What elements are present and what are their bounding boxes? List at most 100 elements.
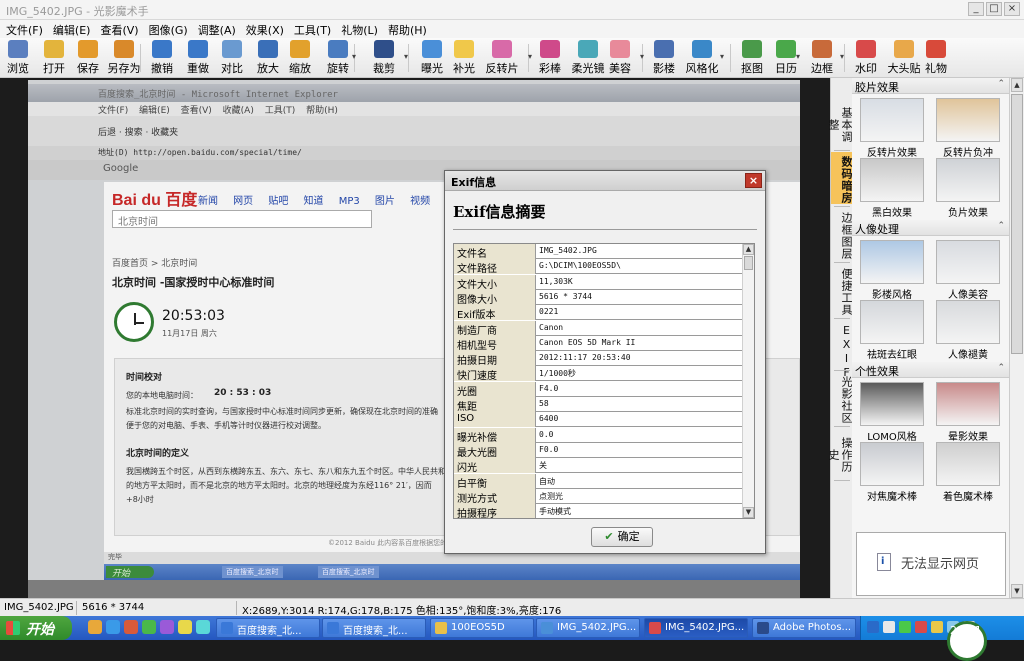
menu-file[interactable]: 文件(F) [2, 20, 49, 38]
menu-gifts[interactable]: 礼物(L) [337, 20, 384, 38]
maximize-button[interactable]: □ [986, 2, 1002, 16]
tool-label: 曝光 [421, 62, 443, 75]
dropdown-arrow-icon[interactable]: ▾ [404, 52, 408, 61]
dropdown-arrow-icon[interactable]: ▾ [352, 52, 356, 61]
effects-section-header[interactable]: 个性效果 ⌃ [852, 362, 1009, 378]
effect-label: 晕影效果 [948, 432, 988, 443]
tool-studio-button[interactable]: 影楼 [648, 40, 680, 76]
start-button[interactable]: 开始 [0, 616, 72, 640]
tool-color-wand-button[interactable]: 彩棒 [534, 40, 566, 76]
dropdown-arrow-icon[interactable]: ▾ [640, 52, 644, 61]
effect-thumbnail[interactable]: 人像褪黄 [936, 300, 1000, 361]
dropdown-arrow-icon[interactable]: ▾ [528, 52, 532, 61]
exif-table-scrollbar[interactable]: ▲ ▼ [742, 244, 754, 518]
menu-adjust[interactable]: 调整(A) [194, 20, 242, 38]
exif-table[interactable]: 文件名 IMG_5402.JPG 文件路径 G:\DCIM\100EOS5D\ 文件大小… [453, 243, 755, 519]
scroll-thumb[interactable] [1011, 94, 1023, 354]
tool-undo-button[interactable]: 撤销 [146, 40, 178, 76]
scroll-down-icon[interactable]: ▼ [743, 507, 754, 518]
tool-gift-button[interactable]: 礼物 [920, 40, 952, 76]
quicklaunch-app-icon[interactable] [178, 620, 192, 634]
close-button[interactable]: × [1004, 2, 1020, 16]
tool-save-as-button[interactable]: 另存为 [104, 40, 144, 76]
quicklaunch-app-icon[interactable] [142, 620, 156, 634]
tray-app-icon[interactable] [867, 621, 879, 633]
menu-effects[interactable]: 效果(X) [242, 20, 290, 38]
tray-ime-icon[interactable] [915, 621, 927, 633]
quicklaunch-media-icon[interactable] [124, 620, 138, 634]
effect-thumbnail[interactable]: 人像美容 [936, 240, 1000, 301]
collapse-icon[interactable]: ⌃ [997, 363, 1005, 373]
scroll-down-icon[interactable]: ▼ [1011, 584, 1023, 598]
tool-compare-button[interactable]: 对比 [216, 40, 248, 76]
tool-frame-button[interactable]: 边框 [806, 40, 838, 76]
tray-volume-icon[interactable] [931, 621, 943, 633]
tool-resize-button[interactable]: 缩放 [284, 40, 316, 76]
effect-thumbnail[interactable]: 着色魔术棒 [936, 442, 1000, 503]
effect-thumbnail[interactable]: 晕影效果 [936, 382, 1000, 443]
quicklaunch-app-icon[interactable] [160, 620, 174, 634]
tray-network-icon[interactable] [883, 621, 895, 633]
effect-thumbnail[interactable]: 影楼风格 [860, 240, 924, 301]
side-tab[interactable]: 基本调整 [827, 98, 853, 148]
side-tab[interactable]: 数码暗房 [831, 152, 853, 204]
tool-beauty-button[interactable]: 美容 [604, 40, 636, 76]
menu-view[interactable]: 查看(V) [96, 20, 144, 38]
side-tab[interactable]: 操作历史 [827, 428, 853, 478]
tool-fill-light-button[interactable]: 补光 [448, 40, 480, 76]
tool-watermark-button[interactable]: 水印 [850, 40, 882, 76]
quicklaunch-app-icon[interactable] [196, 620, 210, 634]
menu-edit[interactable]: 编辑(E) [49, 20, 97, 38]
tool-eye-button[interactable]: 浏览 [2, 40, 34, 76]
tool-photo-sticker-button[interactable]: 大头贴 [884, 40, 924, 76]
tool-crop-button[interactable]: 裁剪 [364, 40, 404, 76]
side-tab[interactable]: EXIF [831, 320, 853, 380]
panel-scrollbar[interactable]: ▲ ▼ [1009, 78, 1024, 598]
effect-thumbnail[interactable]: 对焦魔术棒 [860, 442, 924, 503]
taskbar-button[interactable]: IMG_5402.JPG... [536, 618, 640, 638]
exif-dialog-close-button[interactable]: × [745, 173, 762, 188]
tool-redo-button[interactable]: 重做 [182, 40, 214, 76]
effect-thumbnail[interactable]: LOMO风格 [860, 382, 924, 443]
tool-save-button[interactable]: 保存 [72, 40, 104, 76]
effects-section-header[interactable]: 人像处理 ⌃ [852, 220, 1009, 236]
tool-folder-open-button[interactable]: 打开 [38, 40, 70, 76]
tool-cutout-button[interactable]: 抠图 [736, 40, 768, 76]
minimize-button[interactable]: _ [968, 2, 984, 16]
ok-button[interactable]: ✔ 确定 [591, 527, 653, 547]
collapse-icon[interactable]: ⌃ [997, 79, 1005, 89]
scroll-up-icon[interactable]: ▲ [1011, 78, 1023, 92]
taskbar-button[interactable]: Adobe Photos... [752, 618, 856, 638]
side-tab[interactable]: 边框图层 [831, 208, 853, 260]
taskbar-button[interactable]: 百度搜索_北... [216, 618, 320, 638]
taskbar-button[interactable]: 百度搜索_北... [322, 618, 426, 638]
menu-tools[interactable]: 工具(T) [290, 20, 337, 38]
dropdown-arrow-icon[interactable]: ▾ [796, 52, 800, 61]
effect-thumbnail[interactable]: 反转片负冲 [936, 98, 1000, 159]
tool-soft-focus-button[interactable]: 柔光镜 [568, 40, 608, 76]
exif-value: 6400 [539, 414, 559, 424]
effect-thumbnail[interactable]: 反转片效果 [860, 98, 924, 159]
dropdown-arrow-icon[interactable]: ▾ [840, 52, 844, 61]
collapse-icon[interactable]: ⌃ [997, 221, 1005, 231]
quicklaunch-ie-icon[interactable] [106, 620, 120, 634]
tool-reversal-film-button[interactable]: 反转片 [482, 40, 522, 76]
dropdown-arrow-icon[interactable]: ▾ [720, 52, 724, 61]
tray-security-icon[interactable] [899, 621, 911, 633]
side-tab[interactable]: 便捷工具 [831, 264, 853, 316]
menu-help[interactable]: 帮助(H) [384, 20, 433, 38]
taskbar-button[interactable]: IMG_5402.JPG... [644, 618, 748, 638]
scroll-up-icon[interactable]: ▲ [743, 244, 754, 255]
tool-zoom-in-button[interactable]: 放大 [252, 40, 284, 76]
effect-thumbnail[interactable]: 黑白效果 [860, 158, 924, 219]
effect-thumbnail[interactable]: 祛斑去红眼 [860, 300, 924, 361]
quicklaunch-desktop-icon[interactable] [88, 620, 102, 634]
tool-exposure-button[interactable]: 曝光 [416, 40, 448, 76]
taskbar-button[interactable]: 100EOS5D [430, 618, 534, 638]
tool-stylize-button[interactable]: 风格化 [682, 40, 722, 76]
menu-image[interactable]: 图像(G) [145, 20, 194, 38]
effects-section-header[interactable]: 胶片效果 ⌃ [852, 78, 1009, 94]
scroll-thumb[interactable] [744, 256, 753, 270]
side-tab[interactable]: 光影社区 [831, 372, 853, 424]
effect-thumbnail[interactable]: 负片效果 [936, 158, 1000, 219]
